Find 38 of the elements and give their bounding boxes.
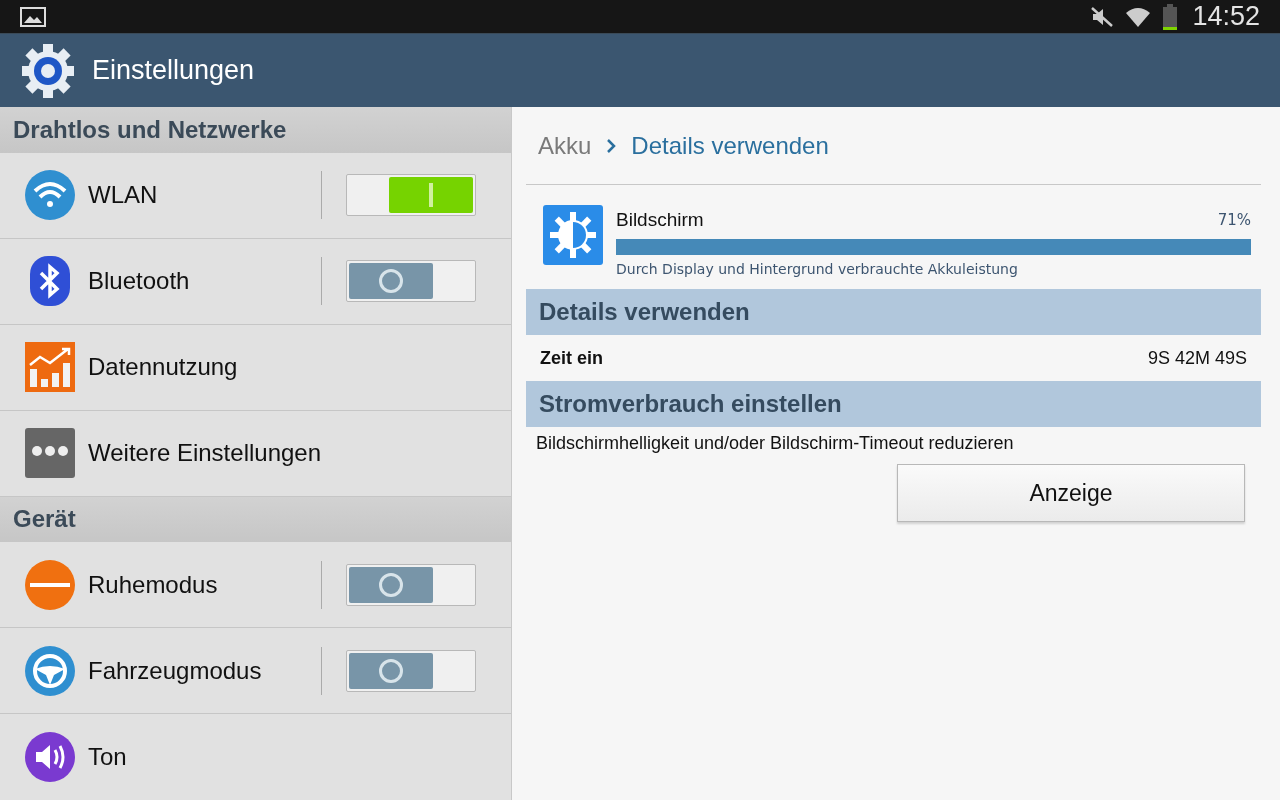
no-entry-icon: [24, 558, 76, 611]
settings-item[interactable]: Ruhemodus: [0, 542, 511, 628]
more-icon: [24, 427, 76, 479]
toggle-switch[interactable]: [346, 563, 476, 606]
mute-icon: [1090, 5, 1115, 28]
settings-item[interactable]: Bluetooth: [0, 238, 511, 325]
wifi-icon: [24, 169, 76, 221]
section-header: Gerät: [0, 496, 511, 542]
picture-icon: [20, 6, 46, 27]
detail-value: 9S 42M 49S: [1147, 347, 1247, 369]
brightness-icon: [542, 204, 604, 266]
section-header: Stromverbrauch einstellen: [526, 381, 1261, 427]
settings-item[interactable]: Fahrzeugmodus: [0, 628, 511, 714]
breadcrumb-link[interactable]: Akku: [538, 131, 592, 160]
settings-item[interactable]: Weitere Einstellungen: [0, 410, 511, 497]
section-header: Details verwenden: [526, 289, 1261, 335]
battery-icon: [1162, 3, 1179, 30]
detail-label: Zeit ein: [540, 347, 603, 369]
settings-item[interactable]: Datennutzung: [0, 324, 511, 411]
tip-text: Bildschirmhelligkeit und/oder Bildschirm-Timeout reduzieren: [536, 433, 1014, 454]
settings-item[interactable]: Ton: [0, 714, 511, 800]
display-button[interactable]: Anzeige: [897, 464, 1245, 522]
settings-item[interactable]: WLAN: [0, 152, 511, 239]
toggle-switch[interactable]: [346, 174, 476, 216]
usage-description: Durch Display und Hintergrund verbrauchte Akkuleistung: [616, 261, 1019, 277]
breadcrumb-current: Details verwenden: [631, 131, 829, 160]
steering-wheel-icon: [24, 644, 76, 697]
section-header: Drahtlos und Netzwerke: [0, 107, 511, 153]
app-title: Einstellungen: [92, 55, 255, 86]
chart-icon: [24, 341, 76, 393]
usage-percent: 71%: [1217, 211, 1251, 229]
toggle-switch[interactable]: [346, 260, 476, 302]
bluetooth-icon: [29, 255, 71, 307]
toggle-switch[interactable]: [346, 649, 476, 692]
chevron-icon: [605, 137, 618, 154]
speaker-icon: [24, 731, 76, 783]
clock-time: 14:52: [1192, 1, 1260, 32]
usage-name: Bildschirm: [616, 209, 704, 231]
